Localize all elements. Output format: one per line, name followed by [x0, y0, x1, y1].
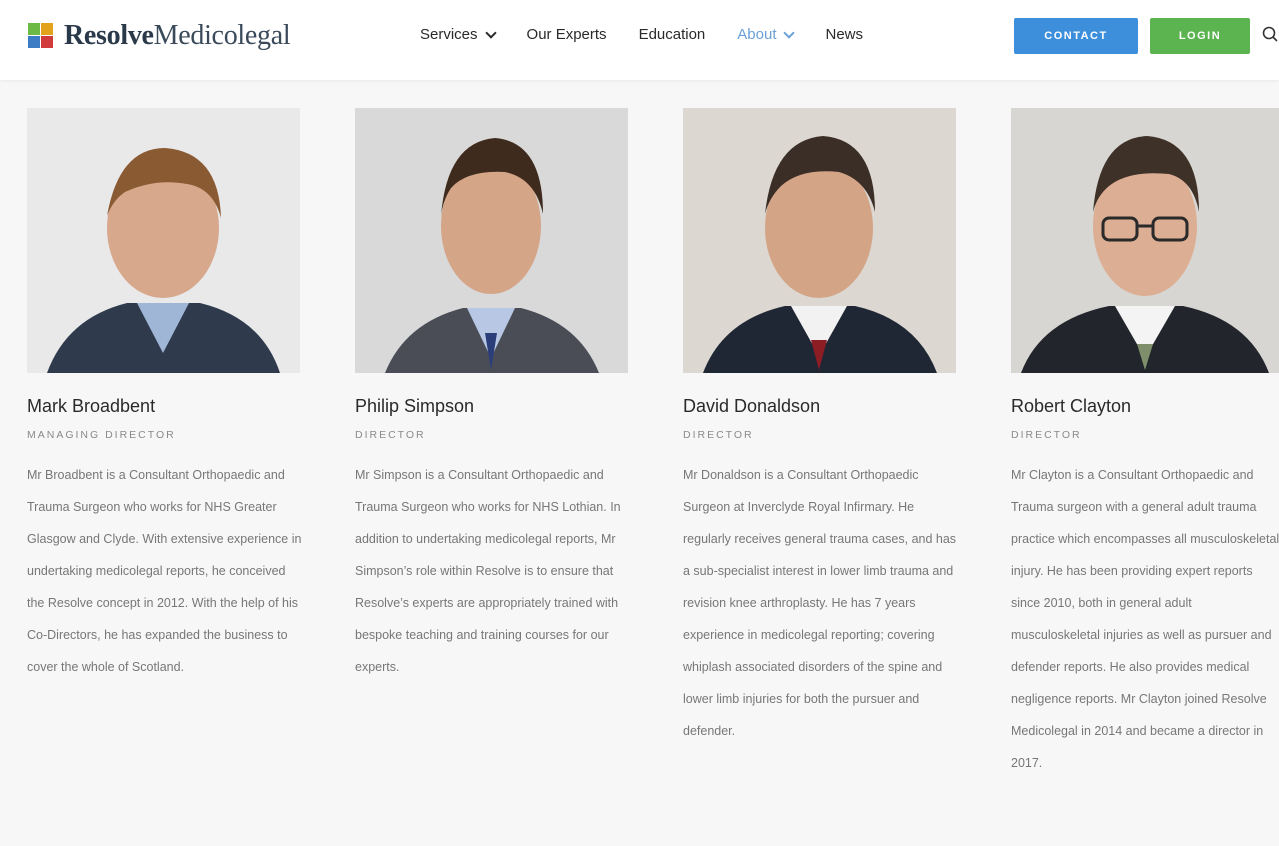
contact-button[interactable]: CONTACT: [1014, 18, 1138, 54]
portrait-photo: [1011, 108, 1279, 373]
member-name: Philip Simpson: [355, 396, 475, 416]
member-role: DIRECTOR: [1011, 429, 1082, 441]
nav-item-news[interactable]: News: [825, 26, 863, 43]
brand-name-bold: Resolve: [64, 20, 154, 51]
brand-logo[interactable]: ResolveMedicolegal: [26, 20, 291, 52]
member-bio: Mr Clayton is a Consultant Orthopaedic a…: [1011, 468, 1279, 770]
chevron-down-icon: [484, 26, 497, 39]
nav-item-education[interactable]: Education: [639, 26, 706, 43]
team-member-card: David Donaldson DIRECTOR Mr Donaldson is…: [683, 108, 983, 747]
portrait-photo: [355, 108, 628, 373]
team-member-card: Philip Simpson DIRECTOR Mr Simpson is a …: [355, 108, 655, 683]
main-nav: Services Our Experts Education About New…: [420, 26, 895, 43]
member-name: David Donaldson: [683, 396, 821, 416]
team-member-card: Robert Clayton DIRECTOR Mr Clayton is a …: [1011, 108, 1279, 779]
member-role: DIRECTOR: [683, 429, 754, 441]
nav-item-label: Our Experts: [526, 26, 607, 43]
nav-item-label: About: [737, 26, 777, 43]
member-bio: Mr Donaldson is a Consultant Orthopaedic…: [683, 468, 957, 738]
member-role: MANAGING DIRECTOR: [27, 429, 176, 441]
member-bio: Mr Simpson is a Consultant Orthopaedic a…: [355, 468, 621, 674]
nav-item-label: News: [825, 26, 863, 43]
portrait-photo: [683, 108, 956, 373]
team-grid: Mark Broadbent MANAGING DIRECTOR Mr Broa…: [0, 108, 1279, 846]
member-role: DIRECTOR: [355, 429, 426, 441]
member-bio: Mr Broadbent is a Consultant Orthopaedic…: [27, 468, 302, 674]
brand-name: ResolveMedicolegal: [64, 20, 291, 52]
nav-item-about[interactable]: About: [737, 26, 796, 43]
search-icon[interactable]: [1262, 26, 1278, 42]
member-name: Robert Clayton: [1011, 396, 1132, 416]
chevron-down-icon: [783, 26, 796, 39]
logo-mark-icon: [26, 21, 56, 51]
nav-item-label: Services: [420, 26, 478, 43]
nav-item-label: Education: [638, 26, 706, 43]
nav-item-services[interactable]: Services: [420, 26, 497, 43]
portrait-photo: [27, 108, 300, 373]
login-button[interactable]: LOGIN: [1150, 18, 1250, 54]
site-header: ResolveMedicolegal Services Our Experts …: [0, 0, 1279, 80]
member-name: Mark Broadbent: [27, 396, 156, 416]
brand-name-light: Medicolegal: [153, 20, 291, 51]
team-member-card: Mark Broadbent MANAGING DIRECTOR Mr Broa…: [27, 108, 327, 683]
nav-item-our-experts[interactable]: Our Experts: [527, 26, 607, 43]
